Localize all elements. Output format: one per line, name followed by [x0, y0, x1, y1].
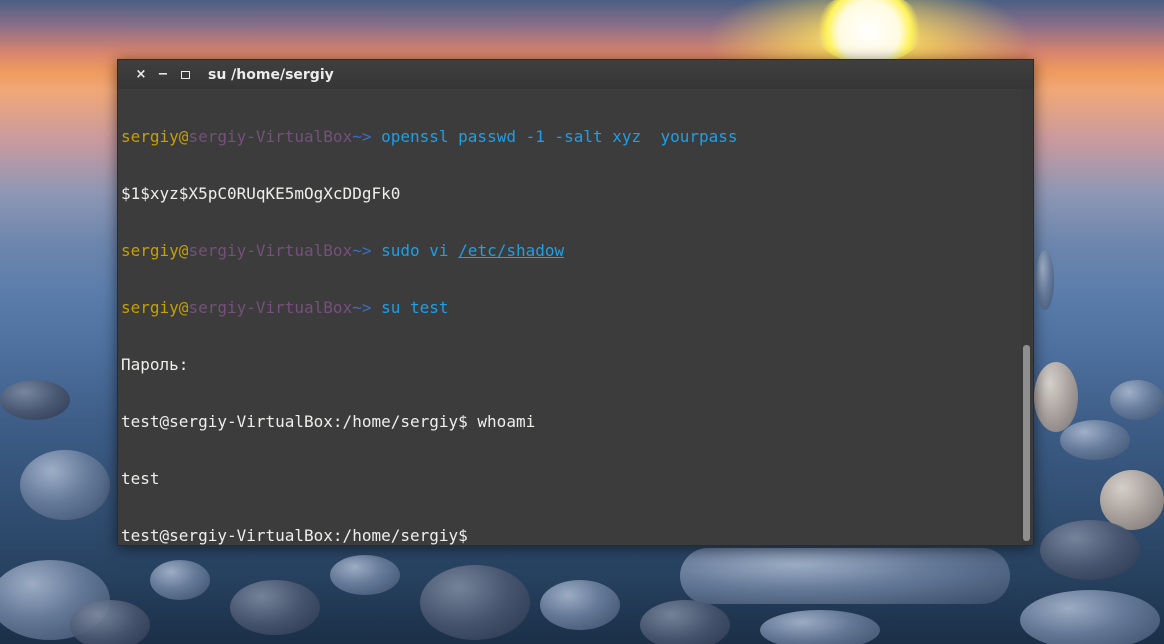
wallpaper-pebble — [1036, 250, 1054, 310]
output-text: test@sergiy-VirtualBox:/home/sergiy$ — [121, 526, 478, 545]
output-text: $1$xyz$X5pC0RUqKE5mOgXcDDgFk0 — [121, 184, 401, 203]
terminal-line: Пароль: — [121, 355, 1021, 374]
wallpaper-pebble — [0, 380, 70, 420]
wallpaper-pebble — [70, 600, 150, 644]
prompt-at: @ — [178, 127, 189, 146]
wallpaper-pebble — [540, 580, 620, 630]
wallpaper-pebble — [640, 600, 730, 644]
wallpaper-pebble — [230, 580, 320, 635]
output-text: test — [121, 469, 160, 488]
prompt-host: sergiy-VirtualBox — [188, 127, 353, 146]
maximize-icon — [180, 70, 190, 79]
wallpaper-pebble — [1100, 470, 1164, 530]
prompt-host: sergiy-VirtualBox — [188, 241, 353, 260]
terminal-window[interactable]: × − su /home/sergiy sergiy@sergiy-Virtua… — [117, 59, 1034, 546]
output-text: test@sergiy-VirtualBox:/home/sergiy$ who… — [121, 412, 536, 431]
window-titlebar[interactable]: × − su /home/sergiy — [118, 60, 1033, 89]
close-button[interactable]: × — [130, 64, 152, 86]
prompt-at: @ — [178, 298, 189, 317]
minimize-button[interactable]: − — [152, 64, 174, 86]
wallpaper-pebble — [760, 610, 880, 644]
vertical-scrollbar[interactable] — [1021, 89, 1032, 545]
terminal-line: sergiy@sergiy-VirtualBox~> su test — [121, 298, 1021, 317]
prompt-at: @ — [178, 241, 189, 260]
terminal-line: test@sergiy-VirtualBox:/home/sergiy$ who… — [121, 412, 1021, 431]
wallpaper-pebble — [680, 548, 1010, 604]
wallpaper-pebble — [1034, 362, 1078, 432]
wallpaper-pebble — [150, 560, 210, 600]
wallpaper-pebble — [1020, 590, 1160, 644]
prompt-host: sergiy-VirtualBox — [188, 298, 353, 317]
prompt-user: sergiy — [121, 127, 179, 146]
wallpaper-pebble — [1060, 420, 1130, 460]
prompt-arrow: ~> — [352, 127, 372, 146]
command-text: sudo vi — [371, 241, 459, 260]
terminal-output[interactable]: sergiy@sergiy-VirtualBox~> openssl passw… — [121, 89, 1021, 545]
wallpaper-pebble — [20, 450, 110, 520]
wallpaper-pebble — [330, 555, 400, 595]
prompt-arrow: ~> — [352, 241, 372, 260]
terminal-line: test@sergiy-VirtualBox:/home/sergiy$ — [121, 526, 1021, 545]
close-icon: × — [135, 67, 147, 82]
output-text: Пароль: — [121, 355, 189, 374]
wallpaper-pebble — [1040, 520, 1140, 580]
prompt-user: sergiy — [121, 298, 179, 317]
wallpaper-pebble — [420, 565, 530, 640]
terminal-line: test — [121, 469, 1021, 488]
wallpaper-pebble — [1110, 380, 1164, 420]
window-title: su /home/sergiy — [208, 66, 334, 83]
command-path-link[interactable]: /etc/shadow — [458, 241, 564, 260]
minimize-icon: − — [157, 67, 169, 82]
terminal-line: sergiy@sergiy-VirtualBox~> openssl passw… — [121, 127, 1021, 146]
maximize-button[interactable] — [174, 64, 196, 86]
prompt-arrow: ~> — [352, 298, 372, 317]
prompt-user: sergiy — [121, 241, 179, 260]
scrollbar-thumb[interactable] — [1023, 345, 1030, 541]
terminal-line: $1$xyz$X5pC0RUqKE5mOgXcDDgFk0 — [121, 184, 1021, 203]
command-text: openssl passwd -1 -salt xyz yourpass — [371, 127, 738, 146]
command-text: su test — [371, 298, 449, 317]
terminal-line: sergiy@sergiy-VirtualBox~> sudo vi /etc/… — [121, 241, 1021, 260]
